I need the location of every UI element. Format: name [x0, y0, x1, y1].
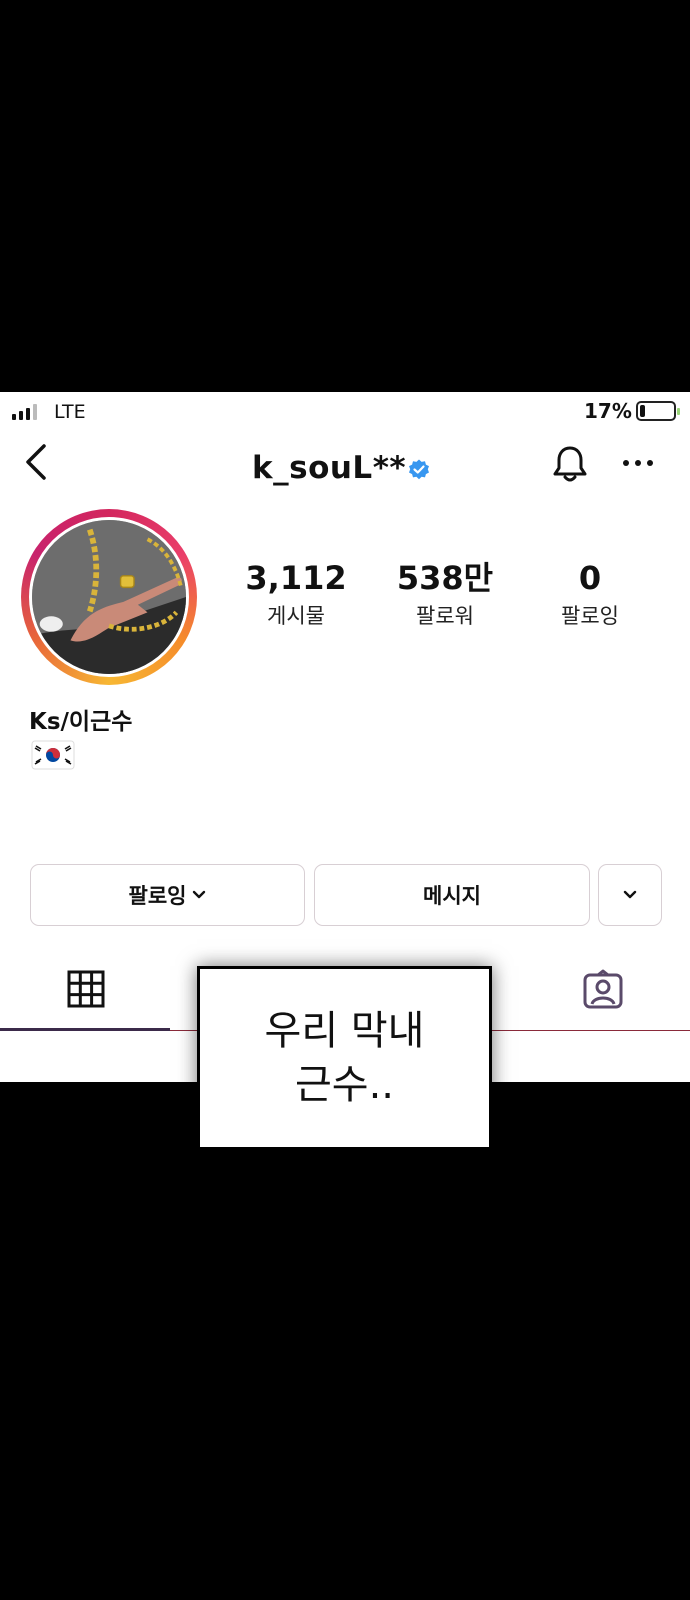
stat-following[interactable]: 0 팔로잉: [520, 562, 660, 630]
following-button-label: 팔로잉: [128, 884, 187, 908]
battery-icon: [636, 401, 680, 421]
caption-box: 우리 막내 근수..: [197, 966, 492, 1150]
chevron-down-icon: [193, 890, 206, 899]
more-horizontal-icon[interactable]: [622, 457, 654, 469]
caption-line-2: 근수..: [294, 1062, 395, 1108]
avatar-hand-chain-image: [32, 520, 186, 674]
bell-icon[interactable]: [550, 444, 590, 484]
grid-icon[interactable]: [67, 970, 105, 1008]
posts-count: 3,112: [245, 559, 347, 597]
following-label: 팔로잉: [561, 604, 619, 628]
posts-label: 게시물: [267, 604, 325, 628]
signal-strength-icon: [12, 404, 37, 420]
korea-flag-icon: [31, 740, 75, 770]
verified-badge-icon: [409, 459, 429, 480]
caption-line-1: 우리 막내: [264, 1008, 425, 1054]
status-bar: LTE 17%: [0, 392, 690, 432]
battery-percent: 17%: [584, 399, 632, 423]
stat-followers[interactable]: 538만 팔로워: [375, 562, 515, 630]
message-button[interactable]: 메시지: [314, 864, 590, 926]
chevron-left-icon[interactable]: [22, 442, 52, 482]
stat-posts[interactable]: 3,112 게시물: [226, 562, 366, 630]
avatar[interactable]: [29, 517, 189, 677]
followers-label: 팔로워: [416, 604, 474, 628]
following-count: 0: [578, 559, 602, 597]
following-button[interactable]: 팔로잉: [30, 864, 305, 926]
active-tab-indicator: [0, 1028, 170, 1031]
followers-count: 538만: [396, 559, 494, 597]
profile-username: k_souL**: [252, 450, 407, 486]
chevron-down-icon: [623, 890, 637, 899]
message-button-label: 메시지: [423, 884, 481, 908]
suggested-dropdown-button[interactable]: [598, 864, 662, 926]
tagged-person-icon[interactable]: [582, 969, 624, 1011]
carrier-label: LTE: [54, 401, 86, 423]
profile-full-name: Ks/이근수: [29, 709, 133, 735]
